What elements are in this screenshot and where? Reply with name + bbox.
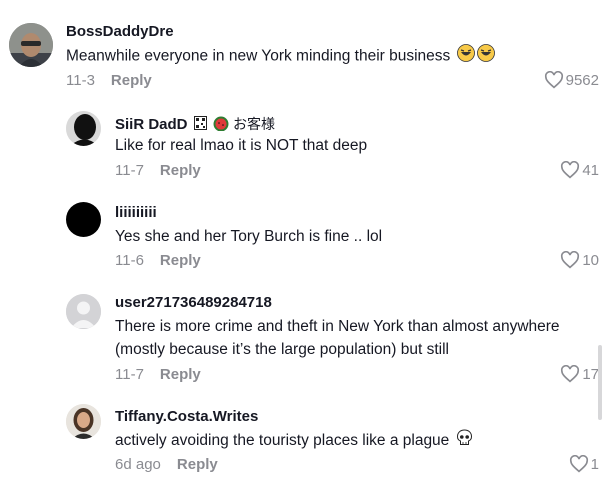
comment-date: 11-7 xyxy=(115,366,144,383)
like-button[interactable]: 41 xyxy=(560,161,599,179)
rolling-laughing-icon xyxy=(456,44,475,69)
comment-username[interactable]: liiiiiiiii xyxy=(115,204,157,221)
comment-text-line: (mostly because it’s the large populatio… xyxy=(115,341,449,358)
username-text: SiiR DadD xyxy=(115,116,188,133)
reply-button[interactable]: Reply xyxy=(111,72,152,89)
comment-username[interactable]: SiiR DadD お客様 xyxy=(115,114,275,135)
comment-item: SiiR DadD お客様 Like for real lmao it is N… xyxy=(0,100,603,192)
username-suffix: お客様 xyxy=(233,116,276,132)
heart-icon xyxy=(544,71,563,89)
like-count: 17 xyxy=(582,365,599,383)
comment-meta: 11-6 Reply xyxy=(115,252,201,269)
comment-item: user271736489284718 There is more crime … xyxy=(0,284,603,394)
skull-icon xyxy=(456,429,473,453)
avatar[interactable] xyxy=(66,404,101,439)
like-count: 41 xyxy=(582,161,599,179)
like-button[interactable]: 1 xyxy=(569,455,599,473)
comment-meta: 6d ago Reply xyxy=(115,456,218,473)
heart-icon xyxy=(569,455,588,473)
comment-username[interactable]: user271736489284718 xyxy=(115,294,272,311)
like-count: 9562 xyxy=(565,71,599,89)
comment-text: actively avoiding the touristy places li… xyxy=(115,429,473,453)
comment-text: Yes she and her Tory Burch is fine .. lo… xyxy=(115,228,383,245)
comment-text-line: There is more crime and theft in New Yor… xyxy=(115,318,560,335)
comment-meta: 11-3 Reply xyxy=(66,72,152,89)
comment-text: There is more crime and theft in New Yor… xyxy=(115,315,585,361)
comment-item: Tiffany.Costa.Writes actively avoiding t… xyxy=(0,394,603,483)
like-button[interactable]: 9562 xyxy=(544,71,599,89)
scrollbar-thumb[interactable] xyxy=(598,345,602,420)
comment-text-body: Meanwhile everyone in new York minding t… xyxy=(66,47,451,65)
heart-icon xyxy=(561,161,580,179)
qr-badge-icon xyxy=(193,116,207,134)
like-count: 1 xyxy=(590,455,599,473)
reply-button[interactable]: Reply xyxy=(160,366,201,383)
avatar[interactable] xyxy=(66,202,101,237)
comment-date: 11-3 xyxy=(66,72,95,89)
reply-button[interactable]: Reply xyxy=(160,162,201,179)
comment-item: liiiiiiiii Yes she and her Tory Burch is… xyxy=(0,192,603,284)
like-count: 10 xyxy=(582,251,599,269)
comment-date: 11-6 xyxy=(115,252,144,269)
comment-username[interactable]: Tiffany.Costa.Writes xyxy=(115,408,258,425)
avatar[interactable] xyxy=(66,294,101,329)
heart-icon xyxy=(561,251,580,269)
comment-meta: 11-7 Reply xyxy=(115,162,201,179)
rolling-laughing-icon xyxy=(476,44,495,69)
watermelon-icon xyxy=(213,116,229,135)
comment-text-body: actively avoiding the touristy places li… xyxy=(115,432,450,450)
comment-text: Meanwhile everyone in new York minding t… xyxy=(66,44,495,69)
comment-date: 6d ago xyxy=(115,456,161,473)
comment-item: BossDaddyDre Meanwhile everyone in new Y… xyxy=(0,0,603,100)
reply-button[interactable]: Reply xyxy=(177,456,218,473)
comment-username[interactable]: BossDaddyDre xyxy=(66,23,174,40)
reply-button[interactable]: Reply xyxy=(160,252,201,269)
heart-icon xyxy=(561,365,580,383)
comment-date: 11-7 xyxy=(115,162,144,179)
comment-text: Like for real lmao it is NOT that deep xyxy=(115,137,368,154)
comment-meta: 11-7 Reply xyxy=(115,366,201,383)
avatar[interactable] xyxy=(9,23,53,67)
avatar[interactable] xyxy=(66,111,101,146)
like-button[interactable]: 10 xyxy=(560,251,599,269)
like-button[interactable]: 17 xyxy=(560,365,599,383)
